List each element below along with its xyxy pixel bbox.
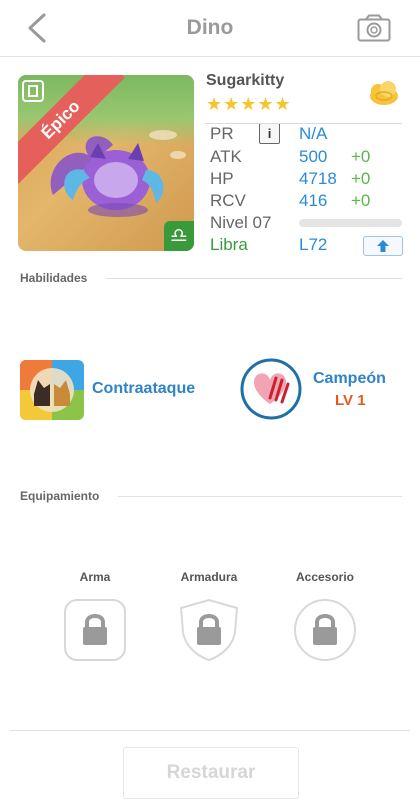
leader-skill-level: LV 1 (335, 392, 366, 409)
info-icon[interactable]: i (259, 123, 280, 144)
hp-label: HP (210, 169, 234, 188)
active-skill-name[interactable]: Contraataque (92, 380, 195, 398)
equipment-section-title: Equipamiento (20, 489, 100, 503)
monster-portrait[interactable]: Épico ♎ (18, 75, 194, 251)
accessory-slot-lock-icon[interactable] (293, 598, 357, 662)
equipment-divider (118, 496, 402, 497)
skills-section-title: Habilidades (20, 271, 88, 285)
pr-value: N/A (299, 124, 328, 143)
nivel-label: Nivel 07 (210, 213, 272, 232)
top-bar: Dino (0, 0, 420, 57)
hp-bonus: +0 (351, 169, 371, 188)
accessory-slot-label: Accesorio (295, 570, 355, 584)
atk-label: ATK (210, 147, 242, 166)
gold-cloud-icon[interactable] (368, 78, 400, 108)
element-badge-icon (22, 80, 44, 102)
armor-slot-label: Armadura (180, 570, 238, 584)
champion-leader-skill-icon[interactable] (240, 358, 302, 420)
atk-value: 500 (299, 147, 328, 166)
level-tag: L72 (299, 235, 328, 254)
weapon-slot-lock-icon[interactable] (63, 598, 127, 662)
footer-divider (10, 730, 410, 731)
counterattack-skill-icon[interactable] (20, 360, 84, 420)
rcv-bonus: +0 (351, 191, 371, 210)
stats-divider (205, 123, 402, 124)
monster-name: Sugarkitty (206, 72, 285, 89)
skills-divider (106, 278, 402, 279)
leader-skill-name[interactable]: Campeón (313, 370, 386, 388)
restore-button[interactable]: Restaurar (123, 747, 299, 799)
upgrade-arrow-up-icon[interactable] (363, 236, 403, 256)
zodiac-sign-label: Libra (210, 235, 248, 254)
pr-label: PR (210, 124, 234, 143)
star-rating: ★★★★★ (206, 94, 292, 114)
rcv-label: RCV (210, 191, 246, 210)
hp-value: 4718 (299, 169, 337, 188)
libra-zodiac-icon: ♎ (164, 221, 194, 251)
weapon-slot-label: Arma (79, 570, 111, 584)
atk-bonus: +0 (351, 147, 371, 166)
experience-bar (299, 219, 402, 227)
camera-icon[interactable] (357, 14, 391, 42)
armor-slot-lock-icon[interactable] (177, 598, 241, 662)
rcv-value: 416 (299, 191, 328, 210)
